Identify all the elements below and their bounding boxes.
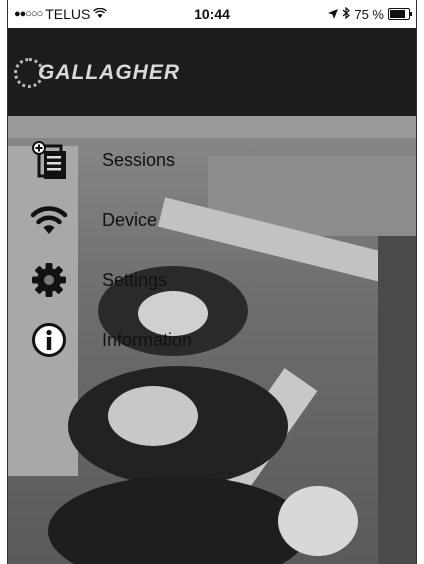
menu-item-label: Device [102,209,158,230]
battery-icon [388,8,412,20]
gallagher-logo: GALLAGHER [14,58,180,88]
carrier-name: TELUS [45,6,91,22]
menu-item-label: Settings [102,269,168,290]
sessions-document-icon [28,139,70,181]
app-screen: ●●○○○ TELUS 10:44 75 % GALLAGHER Session… [7,0,417,564]
menu-item-sessions[interactable]: Sessions [8,134,416,186]
battery-percentage: 75 % [354,6,384,22]
logo-text: GALLAGHER [38,61,180,84]
status-right: 75 % [328,6,412,22]
wifi-status-icon [93,6,108,22]
menu-item-label: Sessions [102,149,176,170]
status-bar: ●●○○○ TELUS 10:44 75 % [8,0,416,28]
gear-icon [28,259,70,301]
menu-item-information[interactable]: Information [8,314,416,366]
menu-item-settings[interactable]: Settings [8,254,416,306]
signal-strength-indicator: ●●○○○ [14,8,43,20]
location-arrow-icon [328,7,339,22]
menu-item-label: Information [102,329,193,350]
bluetooth-icon [342,6,351,22]
status-left: ●●○○○ TELUS [14,6,328,22]
menu-item-device[interactable]: Device [8,194,416,246]
battery-fill [390,10,405,18]
app-header: GALLAGHER [8,28,416,116]
info-icon [28,319,70,361]
wifi-icon [28,199,70,241]
